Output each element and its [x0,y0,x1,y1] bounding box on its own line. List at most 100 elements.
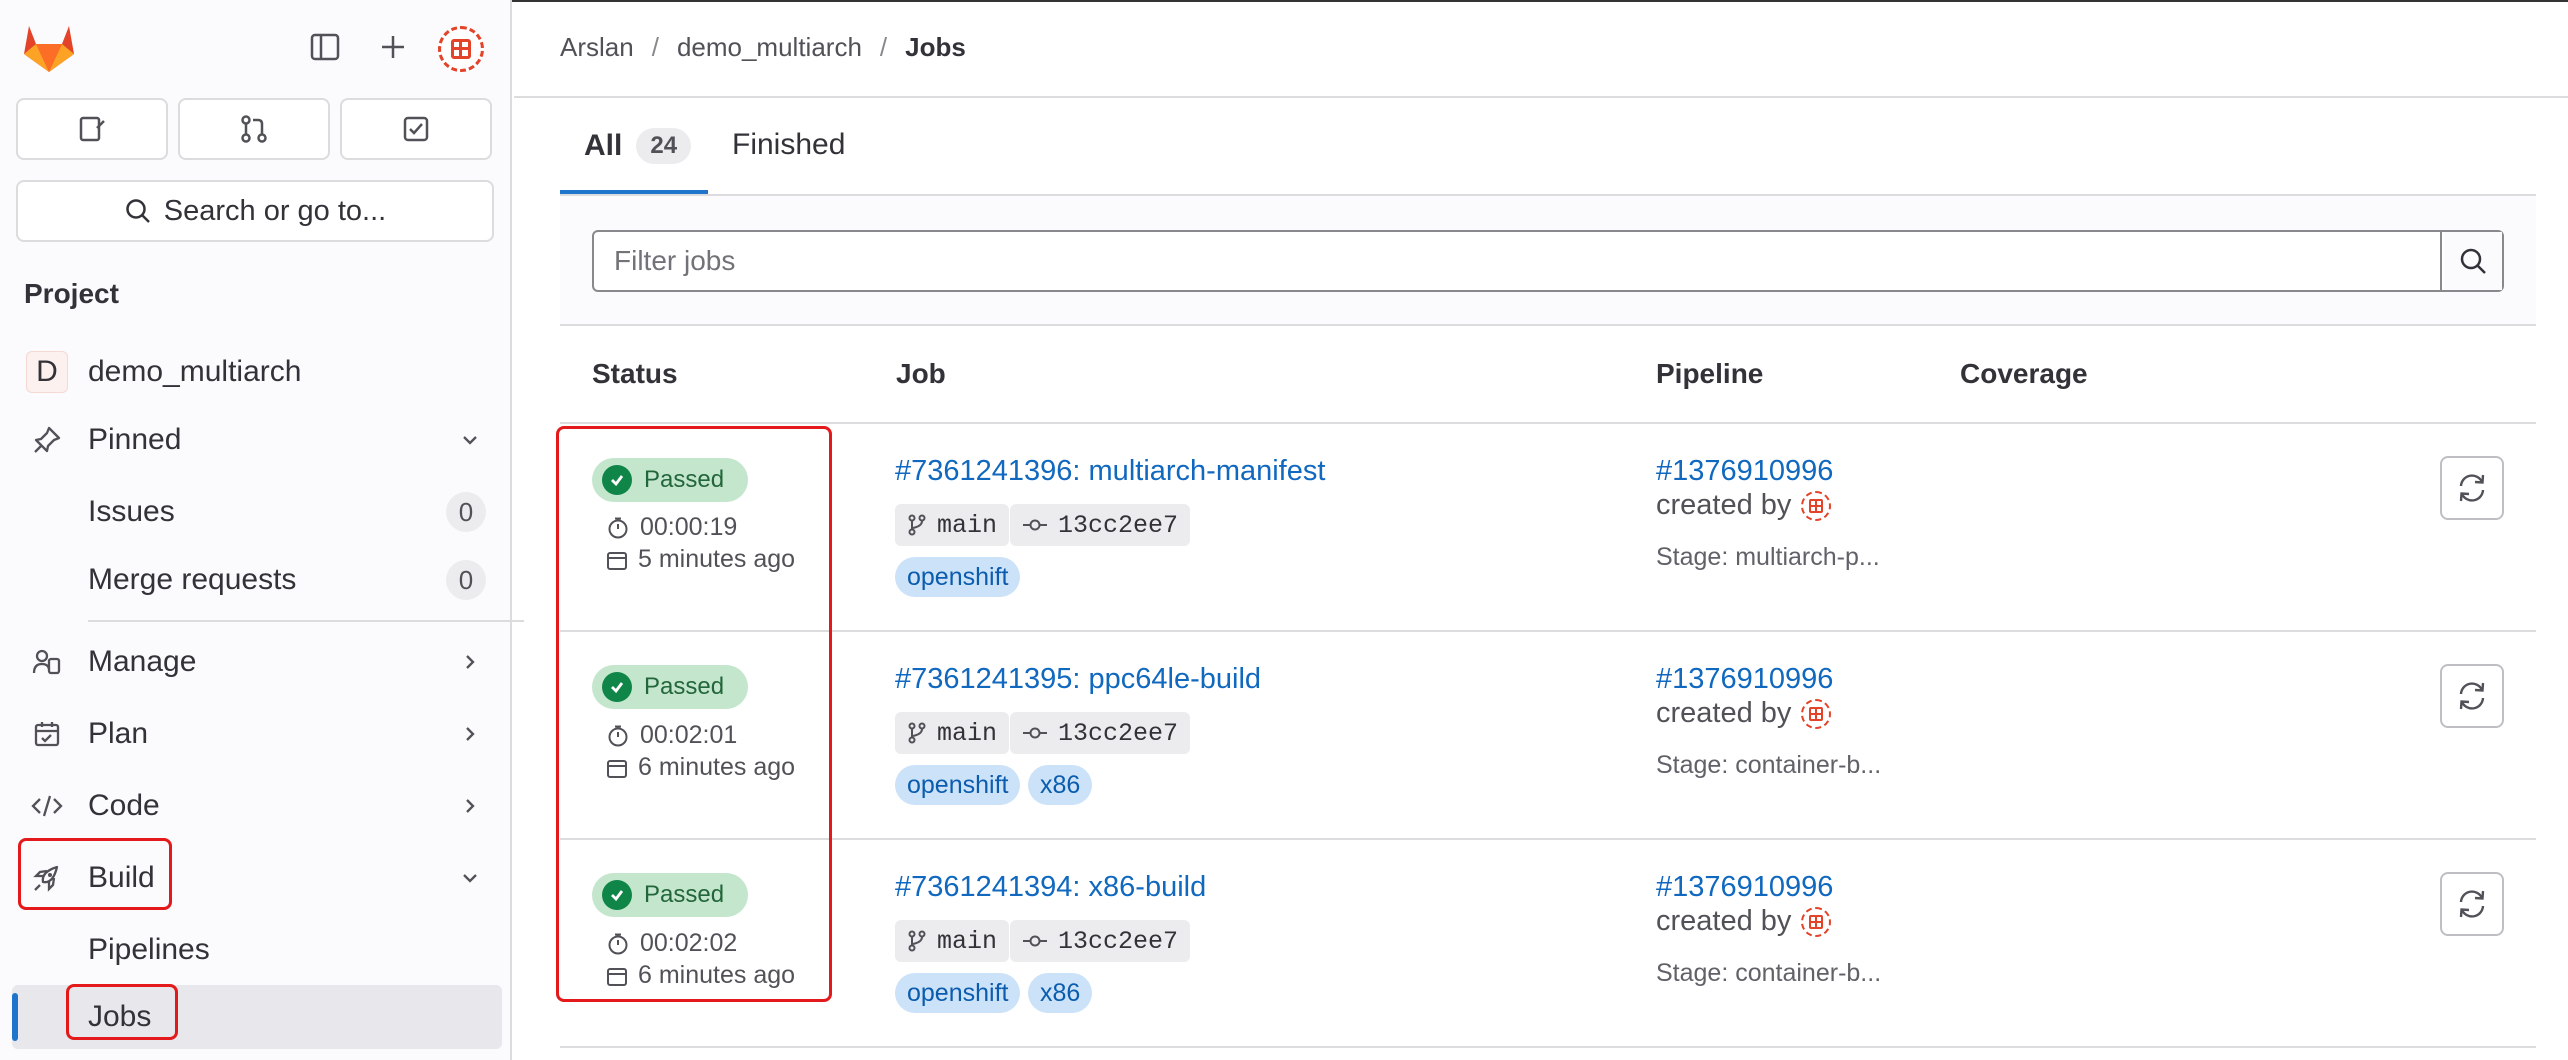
creator-avatar[interactable] [1801,906,1832,937]
chevron-right-icon [458,794,482,818]
tab-all[interactable]: All 24 [584,128,692,164]
job-link[interactable]: #7361241395: ppc64le-build [895,663,1261,696]
search-button[interactable]: Search or go to... [16,180,494,242]
ref-badge[interactable]: main [895,712,1010,754]
stage-text: Stage: container-b... [1656,751,1882,779]
row-divider [560,838,2536,840]
ref-badge[interactable]: main [895,504,1010,546]
section-title: Project [24,278,119,309]
commit-badge[interactable]: 13cc2ee7 [1010,712,1191,754]
issues-count-badge: 0 [446,492,486,532]
header-divider [514,96,2568,98]
plus-icon[interactable] [370,24,416,70]
sidebar-item-merge-requests[interactable]: Merge requests 0 [0,548,510,612]
retry-button[interactable] [2440,872,2504,936]
filter-search-button[interactable] [2444,232,2502,290]
retry-icon [2459,474,2485,502]
commit-icon [1023,727,1047,739]
sidebar-item-project[interactable]: D demo_multiarch [0,340,510,404]
filter-jobs-input[interactable] [594,232,2442,290]
calendar-icon [30,717,64,751]
header-row-divider [560,422,2536,424]
merge-request-icon [241,115,267,143]
ref-text: main [937,510,998,540]
branch-icon [908,930,926,952]
creator-avatar[interactable] [1801,698,1832,729]
commit-badge[interactable]: 13cc2ee7 [1010,504,1191,546]
tab-finished[interactable]: Finished [732,128,845,162]
pipeline-link[interactable]: #1376910996 [1656,455,1833,488]
stage-text: Stage: multiarch-p... [1656,543,1880,571]
commit-text: 13cc2ee7 [1058,510,1179,540]
sidebar: Search or go to... Project D demo_multia… [0,0,524,1060]
created-by-text: created by [1656,697,1792,729]
breadcrumb-separator: / [879,32,888,62]
filter-divider [560,324,2536,326]
sidebar-item-label: Manage [88,645,197,678]
runner-tag: x86 [1028,973,1093,1013]
stage-text: Stage: container-b... [1656,959,1882,987]
column-header-job: Job [896,358,946,389]
breadcrumb-item-current[interactable]: Jobs [905,32,966,63]
sidebar-item-issues[interactable]: Issues 0 [0,480,510,544]
ref-badge[interactable]: main [895,920,1010,962]
commit-icon [1023,519,1047,531]
sidebar-item-pipelines[interactable]: Pipelines [0,918,510,982]
created-by: created by [1656,905,1832,938]
todo-shortcut-button[interactable] [340,98,492,160]
sidebar-item-code[interactable]: Code [0,774,510,838]
sidebar-divider [88,620,524,622]
creator-avatar[interactable] [1801,490,1832,521]
sidebar-item-label: Merge requests [88,563,297,596]
retry-button[interactable] [2440,456,2504,520]
breadcrumb-item-project[interactable]: demo_multiarch [677,32,862,63]
job-link[interactable]: #7361241396: multiarch-manifest [895,455,1325,488]
tab-label: Finished [732,128,846,161]
runner-tag: openshift [895,973,1021,1013]
pin-icon [30,423,64,457]
retry-button[interactable] [2440,664,2504,728]
sidebar-toggle-icon[interactable] [302,24,348,70]
column-header-pipeline: Pipeline [1656,358,1764,389]
created-by: created by [1656,489,1832,522]
search-label: Search or go to... [163,194,387,227]
created-by-text: created by [1656,905,1792,937]
user-avatar[interactable] [438,26,484,72]
issues-icon [79,116,105,142]
issues-shortcut-button[interactable] [16,98,168,160]
sidebar-item-pinned[interactable]: Pinned [0,408,510,472]
tab-label: All [584,129,623,162]
sidebar-item-plan[interactable]: Plan [0,702,510,766]
column-header-status: Status [592,358,678,389]
gitlab-logo[interactable] [22,22,76,74]
highlight-box-build [18,838,172,910]
search-icon [126,199,150,223]
users-icon [30,645,64,679]
breadcrumb-item-user[interactable]: Arslan [560,32,634,63]
sidebar-item-manage[interactable]: Manage [0,630,510,694]
ref-text: main [937,718,998,748]
merge-requests-count-badge: 0 [446,560,486,600]
filter-box [592,230,2504,292]
merge-requests-shortcut-button[interactable] [178,98,330,160]
sidebar-item-label: Plan [88,717,149,750]
runner-tag: x86 [1028,765,1093,805]
commit-text: 13cc2ee7 [1058,718,1179,748]
chevron-right-icon [458,722,482,746]
commit-text: 13cc2ee7 [1058,926,1179,956]
code-icon [30,789,64,823]
job-link[interactable]: #7361241394: x86-build [895,871,1206,904]
pipeline-link[interactable]: #1376910996 [1656,663,1833,696]
tab-count-badge: 24 [636,128,692,164]
branch-icon [908,514,926,536]
runner-tag: openshift [895,765,1021,805]
ref-text: main [937,926,998,956]
pipeline-link[interactable]: #1376910996 [1656,871,1833,904]
breadcrumb: Arslan / demo_multiarch / Jobs [560,32,966,63]
highlight-box-jobs [66,984,178,1040]
sidebar-item-label: Pipelines [88,933,210,966]
branch-icon [908,722,926,744]
todo-icon [403,116,429,142]
row-divider [560,630,2536,632]
commit-badge[interactable]: 13cc2ee7 [1010,920,1191,962]
